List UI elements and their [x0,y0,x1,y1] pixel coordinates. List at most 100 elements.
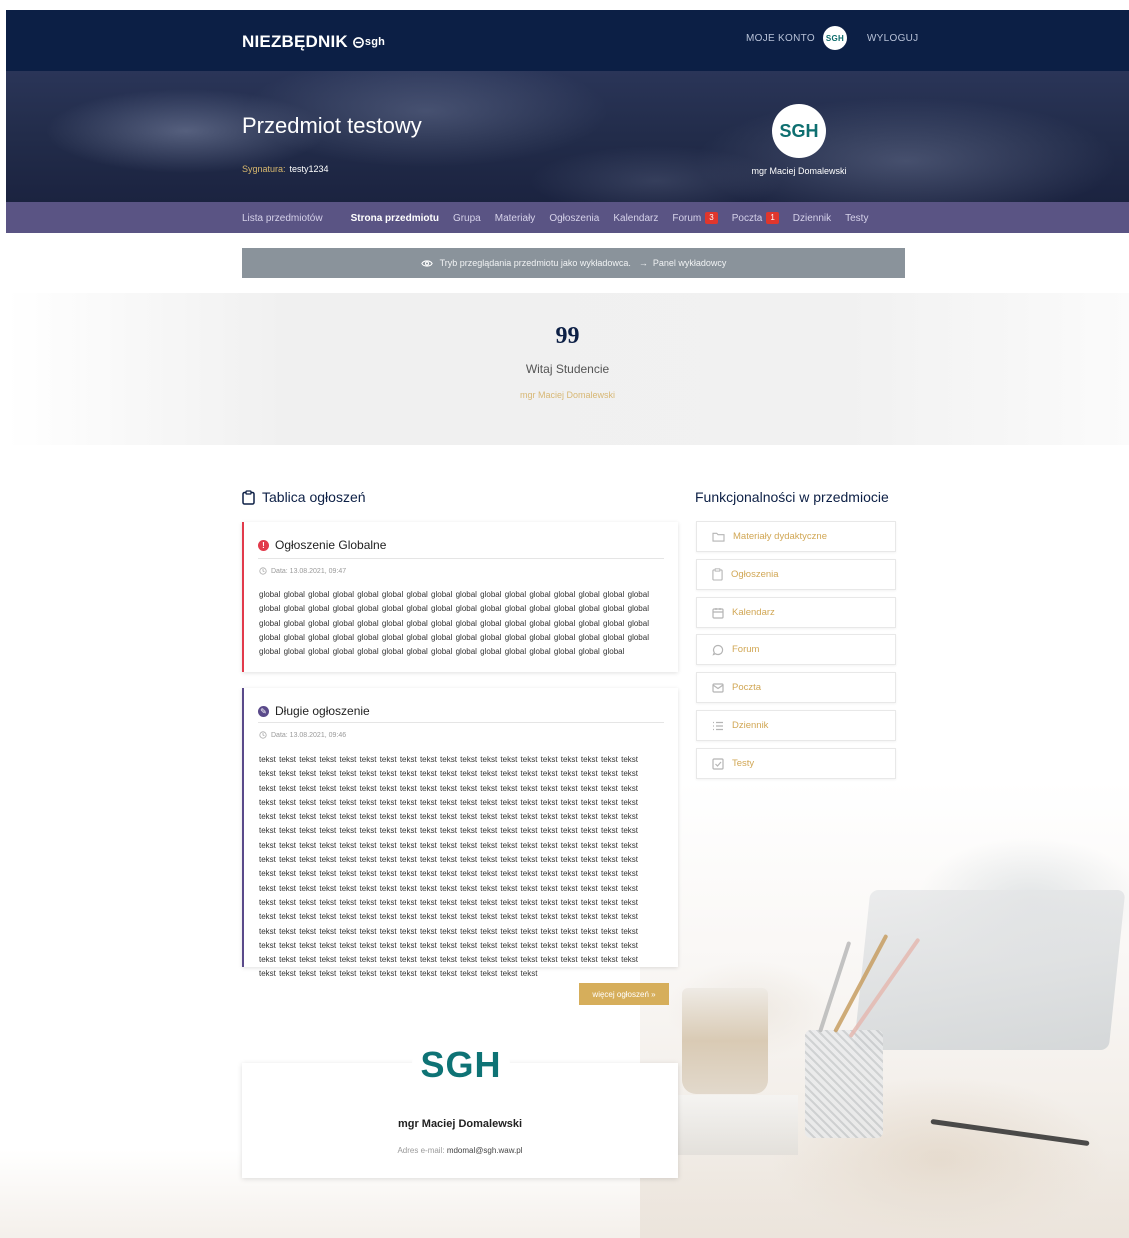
announcement-date-text: Data: 13.08.2021, 09:47 [271,567,347,575]
subnav-item-calendar[interactable]: Kalendarz [613,212,658,224]
announcements-title: Tablica ogłoszeń [262,489,366,505]
lecturer-view-text: Tryb przeglądania przedmiotu jako wykład… [439,258,631,268]
feature-announcements[interactable]: Ogłoszenia [696,559,896,590]
subnav-item-course-list[interactable]: Lista przedmiotów [242,212,323,224]
announcement-title: Długie ogłoszenie [275,704,370,718]
forum-count-badge: 3 [705,212,718,224]
course-title: Przedmiot testowy [242,113,422,138]
feature-mail[interactable]: Poczta [696,672,896,703]
subnav-label: Strona przedmiotu [350,212,439,224]
quote-author: mgr Maciej Domalewski [519,390,616,400]
background-notebook [678,1095,798,1155]
subnav-item-materials[interactable]: Materiały [495,212,536,224]
subnav-item-gradebook[interactable]: Dziennik [793,212,831,224]
course-hero: Przedmiot testowy Sygnatura: testy1234 SG… [6,71,1129,202]
subnav-item-tests[interactable]: Testy [845,212,868,224]
subnav-label: Poczta [731,212,763,224]
edit-icon: ✎ [258,705,269,717]
arrow-right-icon: → [638,258,648,268]
email-link[interactable]: mdomal@sgh.waw.pl [447,1146,523,1155]
lecturer-view-bar: Tryb przeglądania przedmiotu jako wykład… [242,248,905,278]
clock-icon [259,731,267,739]
announcement-card[interactable]: ✎ Długie ogłoszenie Data: 13.08.2021, 09… [242,688,678,978]
announcements-heading: Tablica ogłoszeń [242,489,366,505]
account-avatar[interactable]: SGH [822,26,847,50]
announcement-card[interactable]: ! Ogłoszenie Globalne Data: 13.08.2021, … [242,522,678,672]
subnav-item-forum[interactable]: Forum 3 [672,212,718,224]
announcement-date: Data: 13.08.2021, 09:46 [259,731,346,739]
signature-value: testy1234 [289,164,329,174]
mail-count-badge: 1 [766,212,779,224]
quote-mark-icon: 99 [555,323,580,349]
email-label: Adres e-mail: [397,1146,445,1155]
subnav-item-group[interactable]: Grupa [453,212,481,224]
lecturer-avatar: SGH [772,104,826,158]
feature-label: Poczta [732,682,762,693]
feature-forum[interactable]: Forum [696,634,896,665]
lecturer-card-email: Adres e-mail: mdomal@sgh.waw.pl [242,1146,678,1155]
subnav-item-course-page[interactable]: Strona przedmiotu [351,212,439,224]
clock-icon [259,567,267,575]
checkbox-icon [712,757,724,770]
feature-tests[interactable]: Testy [696,748,896,779]
lecturer-card-name: mgr Maciej Domalewski [397,1118,523,1130]
account-nav: MOJE KONTO SGH WYLOGUJ [746,26,919,50]
subnav-item-announcements[interactable]: Ogłoszenia [549,212,599,224]
sgh-logo: SGH [412,1016,510,1114]
logo-sgh-mark: sgh [352,36,386,48]
folder-icon [712,532,725,542]
announcement-date-text: Data: 13.08.2021, 09:46 [271,731,347,739]
clipboard-icon [242,489,255,505]
calendar-icon [712,607,724,619]
subnav-label: Grupa [452,212,481,224]
mail-icon [712,682,724,693]
quote-text: Witaj Studencie [525,362,610,376]
lecturer-name: mgr Maciej Domalewski [751,166,847,176]
subnav-label: Lista przedmiotów [242,212,323,224]
course-subnav: Lista przedmiotów Strona przedmiotu Grup… [6,202,1129,233]
feature-calendar[interactable]: Kalendarz [696,597,896,628]
feature-materials[interactable]: Materiały dydaktyczne [696,521,896,552]
subnav-label: Dziennik [792,212,832,224]
welcome-quote: 99 Witaj Studencie mgr Maciej Domalewski [6,293,1129,445]
my-account-link[interactable]: MOJE KONTO [746,33,815,44]
subnav-label: Forum [672,212,702,224]
sgh-logo-icon [352,36,364,48]
site-logo[interactable]: NIEZBĘDNIK sgh [242,32,385,52]
divider [258,722,664,723]
feature-label: Kalendarz [732,607,775,618]
lecturer-panel-link[interactable]: Panel wykładowcy [653,258,727,268]
feature-label: Testy [732,758,755,769]
list-icon [713,721,723,730]
divider [258,558,664,559]
feature-label: Dziennik [732,720,769,731]
top-navbar: NIEZBĘDNIK sgh MOJE KONTO SGH WYLOGUJ [6,10,1129,71]
announcement-header: ! Ogłoszenie Globalne [258,538,386,552]
announcement-date: Data: 13.08.2021, 09:47 [259,567,346,575]
more-announcements-button[interactable]: więcej ogłoszeń » [579,983,669,1005]
announcement-body: global global global global global globa… [259,590,649,657]
logout-link[interactable]: WYLOGUJ [867,33,919,44]
chat-icon [712,644,724,656]
subnav-label: Kalendarz [613,212,659,224]
subnav-item-mail[interactable]: Poczta 1 [732,212,779,224]
alert-icon: ! [258,539,269,551]
logo-sub-text: sgh [364,36,386,48]
feature-label: Forum [732,644,760,655]
background-cup [682,988,768,1094]
course-signature: Sygnatura: testy1234 [242,164,329,174]
announcement-header: ✎ Długie ogłoszenie [258,704,370,718]
announcement-body: tekst tekst tekst tekst tekst tekst teks… [259,755,639,979]
feature-label: Materiały dydaktyczne [733,531,827,542]
eye-icon [420,259,433,268]
background-pencil-holder [805,1030,883,1138]
announcement-title: Ogłoszenie Globalne [275,538,387,552]
signature-label: Sygnatura: [242,164,286,174]
feature-gradebook[interactable]: Dziennik [696,710,896,741]
subnav-label: Ogłoszenia [549,212,600,224]
clipboard-icon [712,568,723,581]
logo-text: NIEZBĘDNIK [242,32,348,51]
feature-label: Ogłoszenia [731,569,779,580]
subnav-label: Testy [845,212,869,224]
subnav-label: Materiały [494,212,536,224]
